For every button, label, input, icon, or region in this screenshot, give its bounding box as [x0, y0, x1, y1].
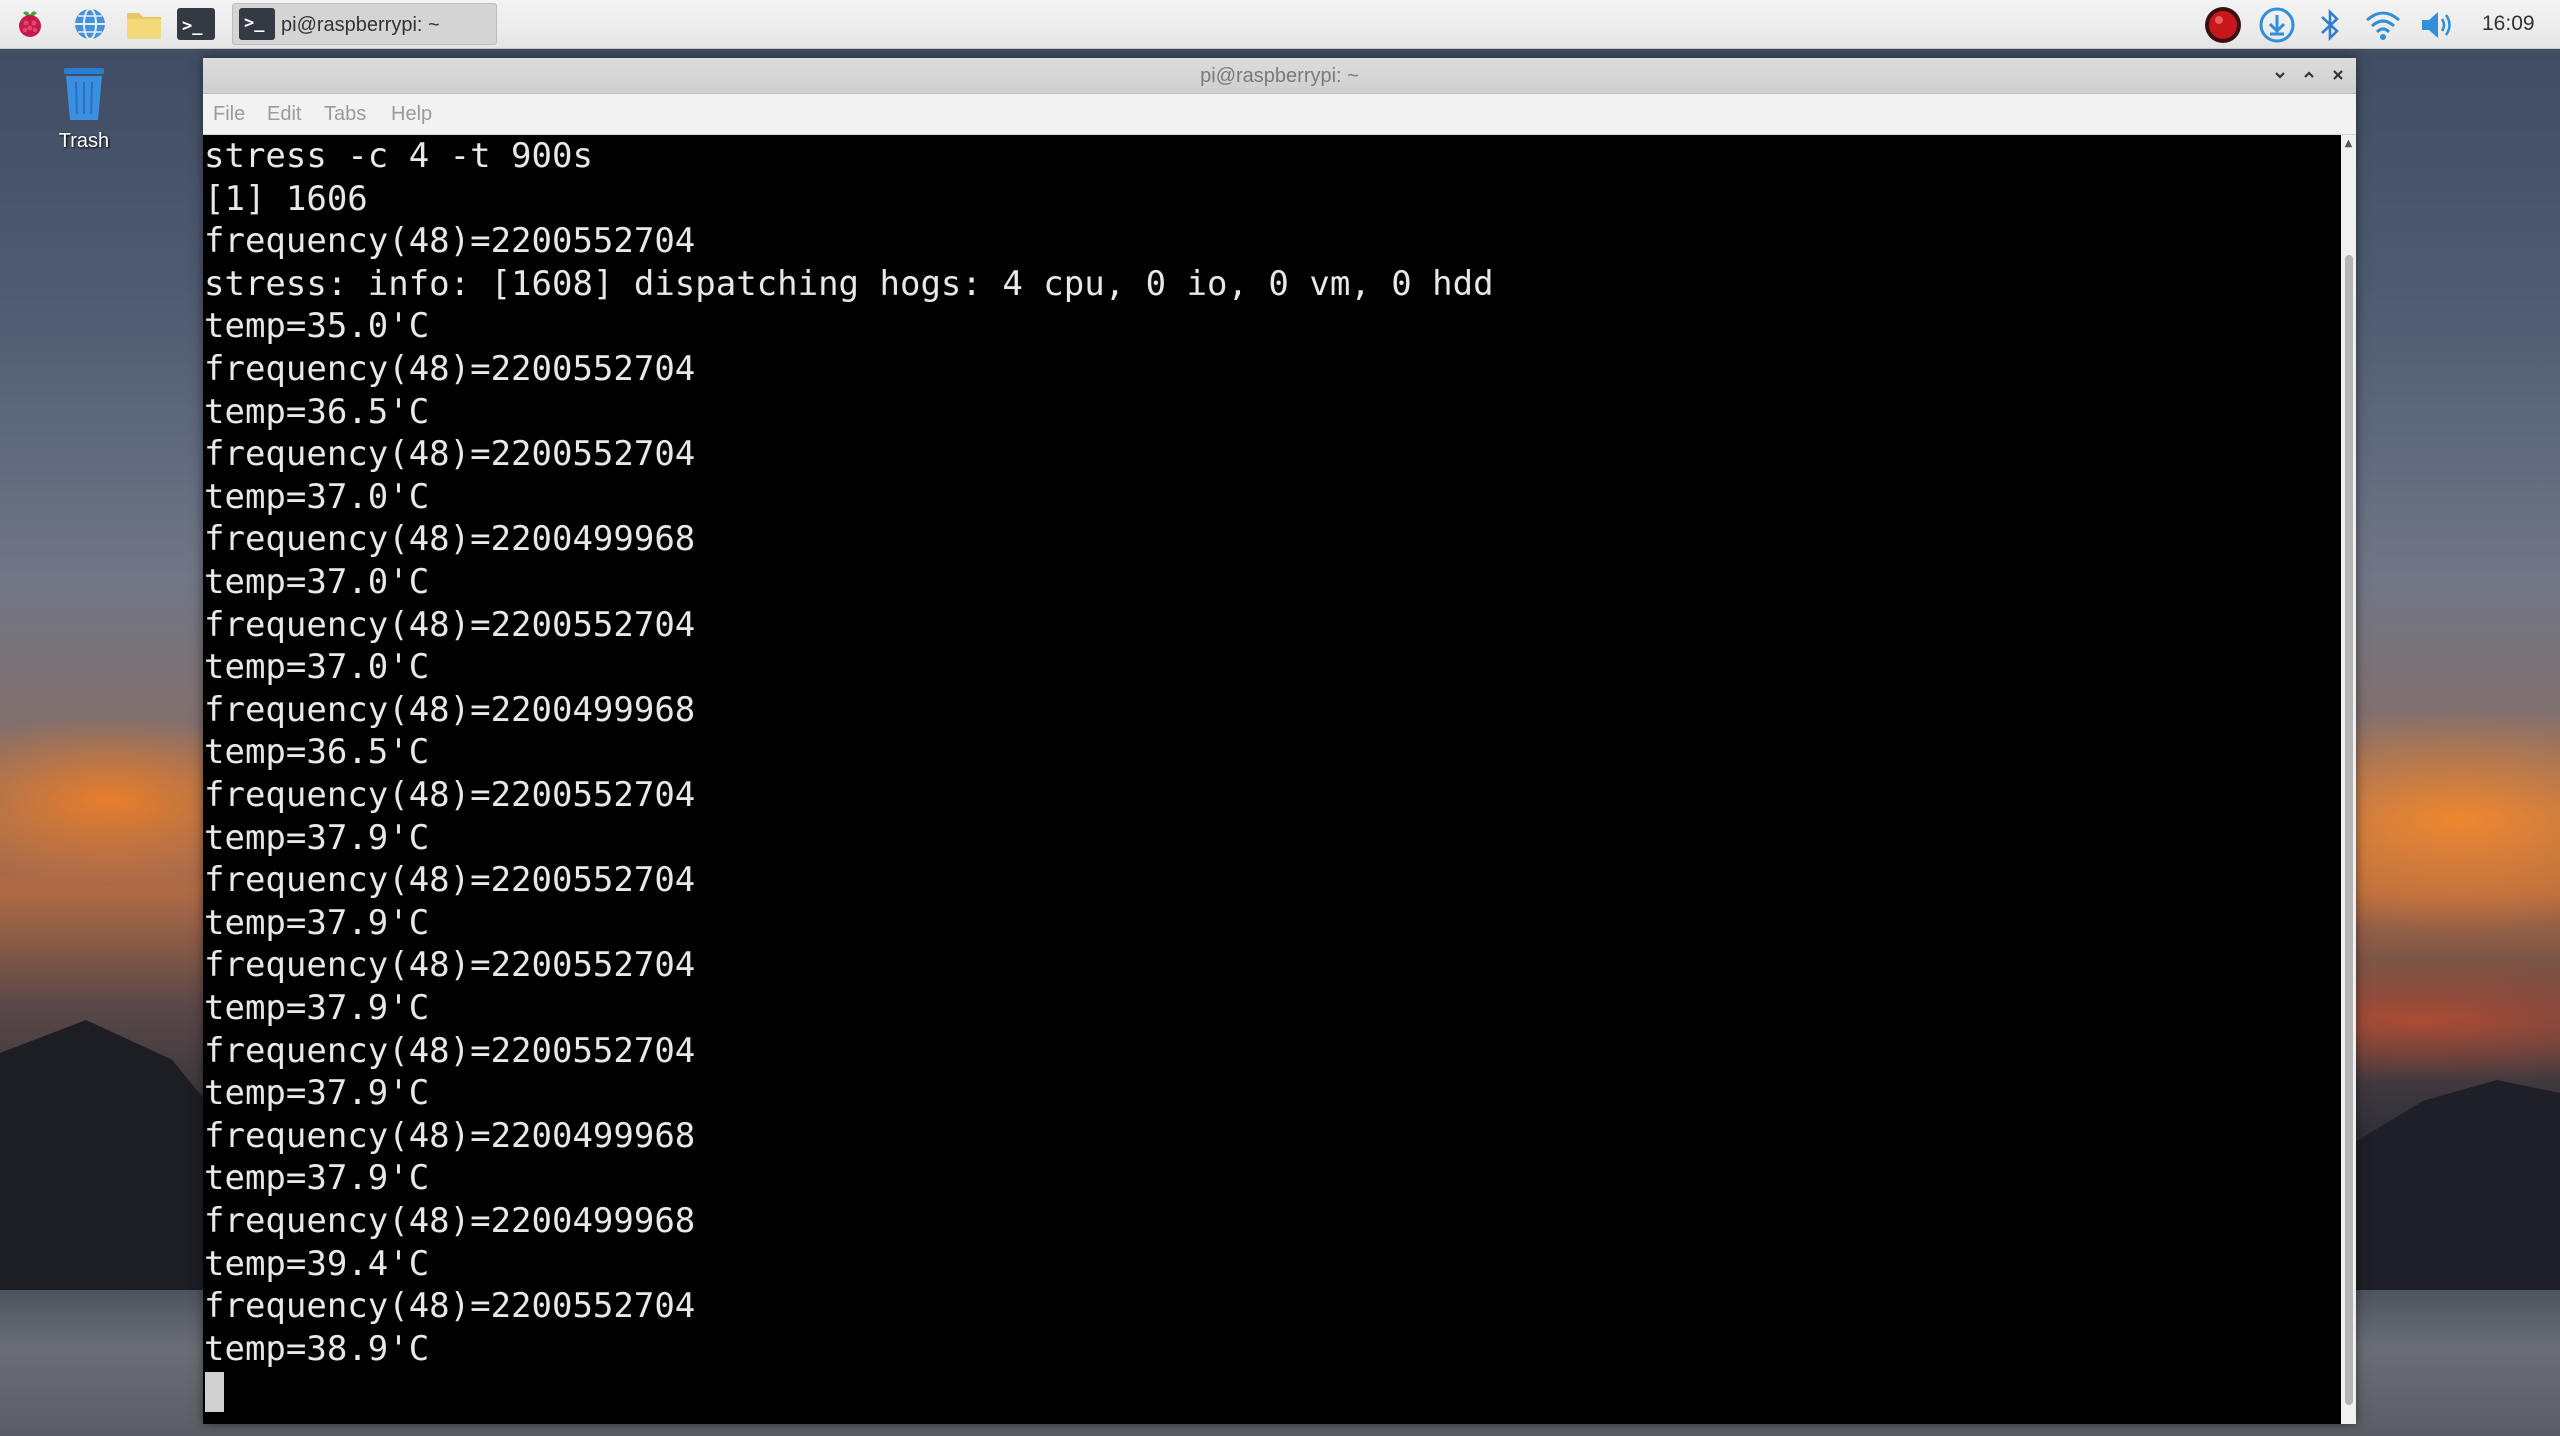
raspberry-menu-icon[interactable] [10, 4, 50, 44]
terminal-output[interactable]: stress -c 4 -t 900s [1] 1606 frequency(48)… [203, 135, 2341, 1424]
scroll-up-arrow-icon[interactable]: ▲ [2341, 135, 2356, 151]
trash-icon [64, 68, 104, 120]
terminal-line: frequency(48)=2200499968 [204, 519, 696, 560]
terminal-line: stress -c 4 -t 900s [204, 136, 593, 176]
vertical-scrollbar[interactable]: ▲ [2341, 135, 2356, 1424]
maximize-icon [2304, 71, 2314, 78]
terminal-cursor [205, 1372, 224, 1413]
scroll-thumb[interactable] [2345, 255, 2353, 1405]
minimize-icon [2275, 72, 2285, 79]
desktop-trash[interactable]: Trash [34, 64, 134, 164]
terminal-line: frequency(48)=2200552704 [204, 434, 696, 475]
close-button[interactable] [2325, 62, 2351, 88]
file-manager-icon[interactable] [124, 4, 164, 44]
terminal-line: frequency(48)=2200552704 [204, 221, 696, 262]
terminal-icon[interactable]: >_ [176, 4, 216, 44]
web-browser-icon[interactable] [70, 4, 110, 44]
terminal-line: temp=37.0'C [204, 647, 430, 688]
bluetooth-icon[interactable] [2309, 4, 2351, 46]
svg-text:>_: >_ [182, 16, 203, 36]
menu-file[interactable]: File [213, 103, 245, 126]
terminal-line: temp=37.9'C [204, 1158, 430, 1199]
terminal-line: temp=37.9'C [204, 988, 430, 1028]
menu-help[interactable]: Help [391, 103, 432, 126]
terminal-line: [1] 1606 [204, 178, 368, 219]
terminal-line: temp=36.5'C [204, 732, 430, 773]
terminal-line: frequency(48)=2200552704 [204, 1030, 696, 1071]
menu-edit[interactable]: Edit [267, 103, 301, 126]
terminal-line: frequency(48)=2200499968 [204, 689, 696, 730]
terminal-window: pi@raspberrypi: ~ File Edit Tabs Help st… [203, 58, 2356, 1424]
update-icon[interactable] [2256, 4, 2298, 46]
menu-bar: File Edit Tabs Help [203, 94, 2356, 135]
terminal-line: temp=35.0'C [204, 306, 430, 347]
terminal-line: stress: info: [1608] dispatching hogs: 4… [204, 263, 1494, 304]
window-titlebar[interactable]: pi@raspberrypi: ~ [203, 58, 2356, 94]
volume-icon[interactable] [2416, 4, 2458, 46]
taskbar-window-label: pi@raspberrypi: ~ [281, 14, 440, 36]
terminal-icon: >_ [239, 8, 275, 40]
terminal-line: temp=36.5'C [204, 391, 430, 432]
menu-tabs[interactable]: Tabs [324, 103, 366, 126]
terminal-line: temp=37.9'C [204, 1073, 430, 1114]
terminal-line: frequency(48)=2200552704 [204, 349, 696, 389]
terminal-line: frequency(48)=2200499968 [204, 1201, 696, 1241]
terminal-line: temp=38.9'C [204, 1328, 430, 1369]
terminal-line: temp=37.0'C [204, 476, 430, 517]
terminal-line: frequency(48)=2200499968 [204, 1115, 696, 1156]
trash-label: Trash [58, 130, 110, 152]
terminal-line: frequency(48)=2200552704 [204, 604, 696, 645]
terminal-line: temp=37.9'C [204, 817, 430, 858]
terminal-line: temp=37.0'C [204, 562, 430, 602]
taskbar-window-button[interactable]: >_ pi@raspberrypi: ~ [232, 3, 497, 45]
wifi-icon[interactable] [2362, 4, 2404, 46]
terminal-line: frequency(48)=2200552704 [204, 945, 696, 986]
record-icon[interactable] [2202, 4, 2244, 46]
clock[interactable]: 16:09 [2482, 12, 2535, 36]
terminal-line: frequency(48)=2200552704 [204, 860, 696, 901]
window-title: pi@raspberrypi: ~ [1200, 65, 1359, 87]
terminal-line: frequency(48)=2200552704 [204, 775, 696, 815]
terminal-line: temp=37.9'C [204, 902, 430, 943]
close-icon [2333, 70, 2343, 80]
terminal-line: frequency(48)=2200552704 [204, 1286, 696, 1327]
maximize-button[interactable] [2296, 62, 2322, 88]
minimize-button[interactable] [2267, 62, 2293, 88]
taskbar: >_ >_ pi@raspberrypi: ~ 16:09 [0, 0, 2560, 49]
terminal-line: temp=39.4'C [204, 1243, 430, 1284]
